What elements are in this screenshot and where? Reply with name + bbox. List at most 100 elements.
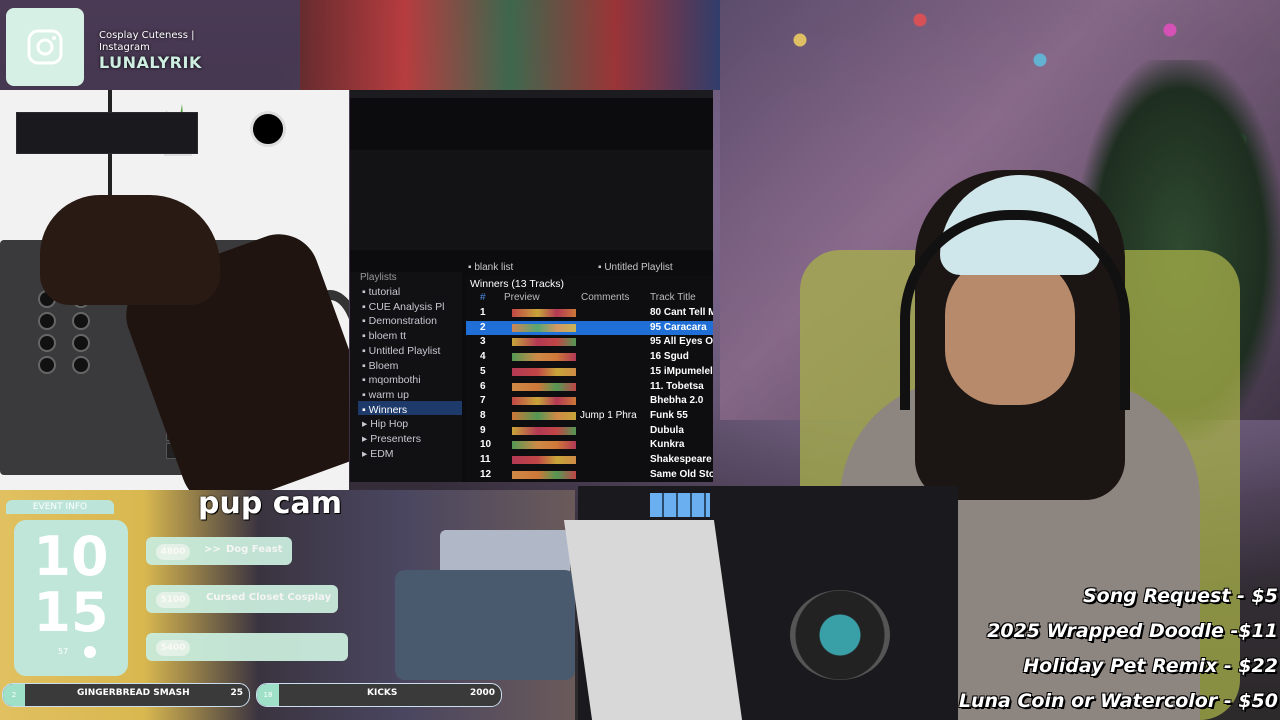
table-row[interactable]: 9 Dubula — [466, 424, 713, 438]
track-preview-waveform[interactable] — [512, 382, 576, 391]
waveform-display — [16, 112, 198, 154]
table-row[interactable]: 10 Kunkra — [466, 438, 713, 452]
track-preview-waveform[interactable] — [512, 441, 576, 450]
sidebar-item[interactable]: ▪ bloem tt — [362, 330, 406, 342]
table-row[interactable]: 1 80 Cant Tell M — [466, 306, 713, 320]
track-preview-waveform[interactable] — [512, 338, 576, 347]
price-luna-coin: Luna Coin or Watercolor - $50 — [958, 690, 1278, 712]
track-title: 15 iMpumelel — [650, 365, 713, 377]
jog-display — [250, 111, 286, 147]
sofa — [395, 570, 575, 680]
track-preview-waveform[interactable] — [512, 367, 576, 376]
track-preview-waveform[interactable] — [512, 470, 576, 479]
sidebar-item-label: bloem tt — [368, 330, 406, 343]
instagram-username: LUNALYRIK — [99, 53, 202, 72]
headphones — [900, 210, 1130, 410]
goal-threshold: 5400 — [156, 640, 190, 656]
sidebar-item-label: warm up — [368, 388, 409, 401]
sidebar-item[interactable]: ▪ CUE Analysis Pl — [362, 301, 445, 313]
bar-counter: 18 — [259, 686, 277, 704]
column-comments[interactable]: Comments — [581, 292, 629, 303]
track-number: 1 — [480, 307, 486, 318]
track-preview-waveform[interactable] — [512, 456, 576, 464]
track-number: 3 — [480, 336, 486, 348]
goal-third: 5400 — [146, 633, 348, 661]
goal-threshold: 5100 — [156, 592, 190, 608]
instagram-caption: Cosplay Cuteness | — [99, 30, 195, 41]
track-title: 11. Tobetsa — [650, 380, 704, 392]
track-preview-waveform[interactable] — [512, 397, 576, 406]
tab-untitled-playlist[interactable]: ▪ Untitled Playlist — [598, 262, 673, 273]
table-row[interactable]: 11 Shakespeare — [466, 453, 713, 467]
sidebar-item[interactable]: ▪ Winners — [362, 404, 407, 416]
knob — [38, 312, 56, 330]
sidebar-item-label: tutorial — [368, 286, 401, 298]
sidebar-item[interactable]: ▪ Bloem — [362, 360, 398, 372]
pup-cam-title: pup cam — [198, 486, 343, 521]
track-title: Dubula — [650, 424, 684, 436]
sidebar-item-label: mqombothi — [368, 374, 421, 387]
event-month: 10 — [33, 525, 109, 588]
playlist-icon: ▪ — [362, 286, 369, 298]
playlist-icon: ▪ — [362, 388, 369, 401]
column-preview[interactable]: Preview — [504, 292, 540, 303]
track-number: 7 — [480, 395, 486, 407]
knob — [72, 356, 90, 374]
sidebar-item[interactable]: ▸ Hip Hop — [362, 418, 408, 430]
sidebar-item-label: Winners — [368, 403, 408, 416]
track-comment: Jump 1 Phra — [580, 409, 637, 421]
track-title: 80 Cant Tell M — [650, 307, 713, 318]
table-row[interactable]: 2 95 Caracara — [466, 320, 713, 335]
track-title: Funk 55 — [650, 409, 688, 421]
sidebar-item[interactable]: ▪ tutorial — [362, 286, 400, 298]
playlist-icon: ▪ — [362, 330, 369, 343]
sidebar-item[interactable]: ▸ Presenters — [362, 433, 421, 445]
sidebar-item-label: Untitled Playlist — [368, 344, 441, 357]
sidebar-item-label: Hip Hop — [370, 418, 409, 431]
software-top-bar — [350, 90, 713, 98]
sidebar-item-label: EDM — [370, 447, 394, 460]
goal-prefix: >> — [204, 544, 221, 555]
table-row[interactable]: 12 Same Old Sto — [466, 468, 713, 482]
gingerbread-smash-bar: 2 GINGERBREAD SMASH 25 — [2, 683, 250, 707]
track-preview-waveform[interactable] — [512, 411, 576, 420]
tab-blank-list[interactable]: ▪ blank list — [468, 262, 513, 273]
track-number: 12 — [480, 468, 492, 480]
sidebar-item[interactable]: ▪ mqombothi — [362, 374, 421, 386]
bar-counter: 2 — [5, 686, 23, 704]
track-preview-waveform[interactable] — [512, 353, 576, 362]
sidebar-item[interactable]: ▪ Demonstration — [362, 315, 437, 327]
column-track-title[interactable]: Track Title — [650, 292, 696, 303]
sidebar-item[interactable]: ▪ Untitled Playlist — [362, 345, 440, 357]
table-row[interactable]: 6 11. Tobetsa — [466, 380, 713, 394]
bar-value: 2000 — [469, 688, 495, 698]
column-number[interactable]: # — [480, 292, 486, 303]
performance-pads — [650, 493, 710, 517]
track-preview-waveform[interactable] — [512, 309, 576, 317]
sidebar-item[interactable]: ▸ EDM — [362, 448, 394, 460]
table-row[interactable]: 7 Bhebha 2.0 — [466, 394, 713, 408]
track-preview-waveform[interactable] — [512, 323, 576, 332]
table-row[interactable]: 5 15 iMpumelel — [466, 365, 713, 379]
goal-dog-feast: 4800 >> Dog Feast — [146, 537, 292, 565]
clock-icon — [84, 646, 96, 658]
track-title: Kunkra — [650, 439, 685, 451]
hand — [40, 195, 220, 305]
bar-label: KICKS — [367, 688, 398, 698]
table-row[interactable]: 8 Jump 1 Phra Funk 55 — [466, 409, 713, 423]
kicks-bar: 18 KICKS 2000 — [256, 683, 502, 707]
table-row[interactable]: 4 16 Sgud — [466, 350, 713, 364]
table-row[interactable]: 3 95 All Eyes O — [466, 335, 713, 349]
list-title: Winners (13 Tracks) — [470, 278, 564, 290]
knob — [38, 334, 56, 352]
goal-threshold: 4800 — [156, 544, 190, 560]
sidebar-item-label: Demonstration — [368, 315, 437, 328]
bar-label: GINGERBREAD SMASH — [77, 688, 190, 698]
track-title: Shakespeare — [650, 454, 712, 465]
price-holiday-pet-remix: Holiday Pet Remix - $22 — [1023, 655, 1278, 677]
sidebar-item[interactable]: ▪ warm up — [362, 389, 409, 401]
playlist-icon: ▪ — [362, 403, 369, 416]
goal-label: Dog Feast — [226, 544, 283, 555]
track-preview-waveform[interactable] — [512, 426, 576, 435]
track-title: Bhebha 2.0 — [650, 395, 704, 407]
